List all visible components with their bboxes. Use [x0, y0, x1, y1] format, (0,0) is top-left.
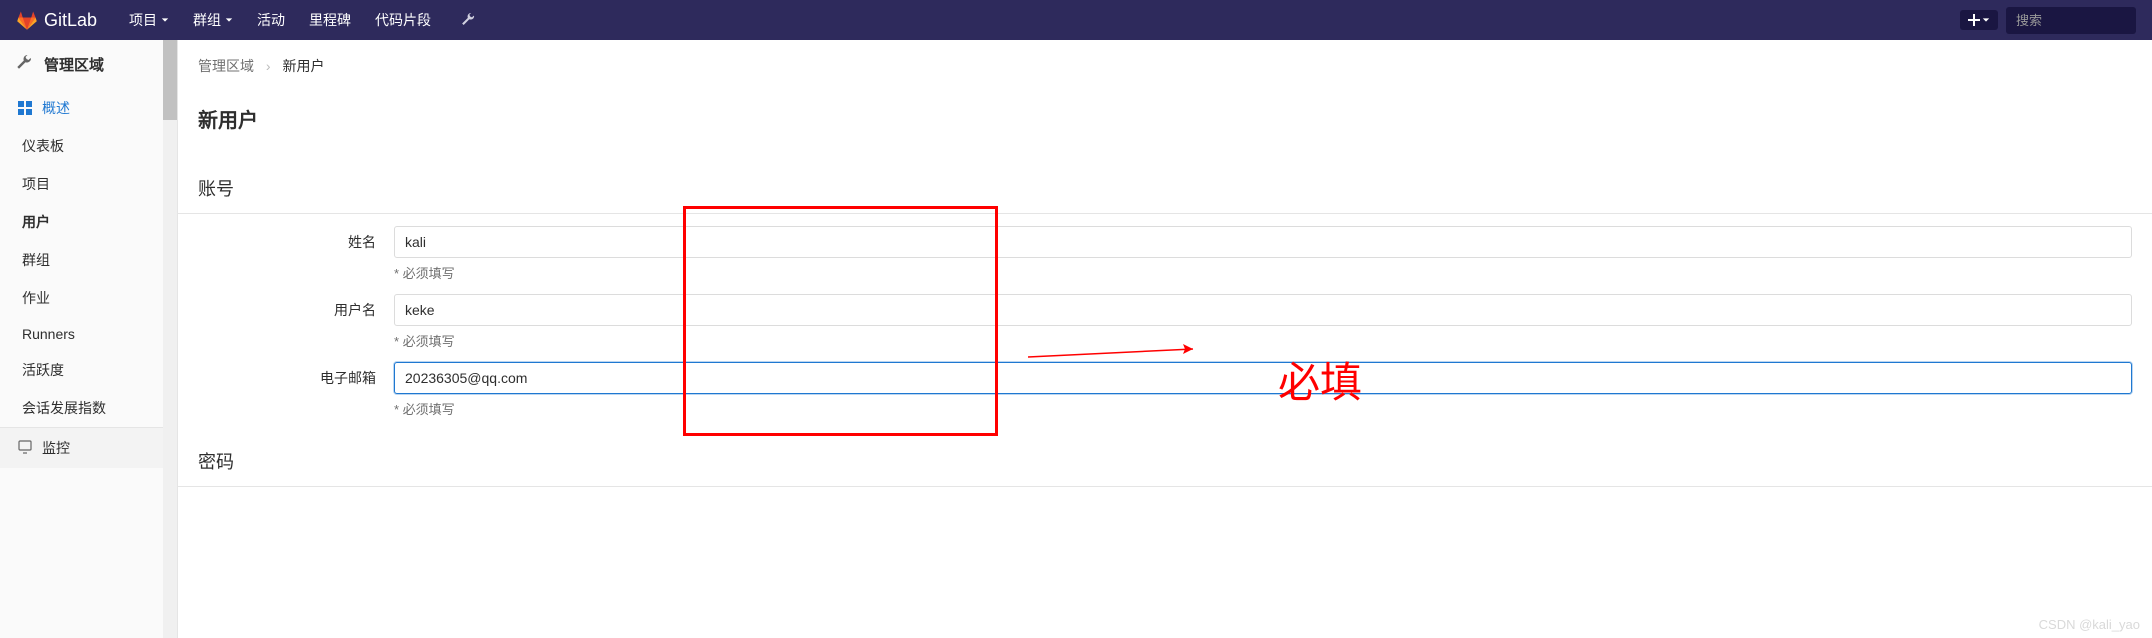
caret-down-icon	[225, 16, 233, 24]
input-email[interactable]	[394, 362, 2132, 394]
monitor-icon	[18, 440, 32, 457]
caret-down-icon	[161, 16, 169, 24]
label-username: 用户名	[198, 294, 394, 320]
caret-down-icon	[1982, 16, 1990, 24]
sidebar-item-groups[interactable]: 群组	[0, 241, 177, 279]
nav-links: 项目 群组 活动 里程碑 代码片段	[117, 0, 485, 40]
top-navbar: GitLab 项目 群组 活动 里程碑 代码片段	[0, 0, 2152, 40]
plus-icon	[1968, 14, 1980, 26]
input-username[interactable]	[394, 294, 2132, 326]
nav-projects[interactable]: 项目	[117, 0, 181, 40]
input-name[interactable]	[394, 226, 2132, 258]
gitlab-logo-icon	[16, 9, 38, 31]
sidebar-item-users[interactable]: 用户	[0, 203, 177, 241]
nav-activity[interactable]: 活动	[245, 0, 297, 40]
navbar-right	[1960, 7, 2136, 34]
hint-email-required: * 必须填写	[394, 399, 2132, 418]
main-content: 管理区域 › 新用户 新用户 账号 必填 姓名 * 必须填写	[178, 40, 2152, 638]
scrollbar-thumb[interactable]	[163, 40, 177, 120]
label-name: 姓名	[198, 226, 394, 252]
breadcrumb-current: 新用户	[282, 58, 324, 74]
sidebar: 管理区域 概述 仪表板 项目 用户 群组 作业 Runners 活跃度 会话发展…	[0, 40, 178, 638]
nav-milestones[interactable]: 里程碑	[297, 0, 363, 40]
breadcrumb: 管理区域 › 新用户	[178, 40, 2152, 84]
breadcrumb-sep: ›	[266, 58, 271, 74]
section-password: 密码	[178, 418, 2152, 487]
hint-username-required: * 必须填写	[394, 331, 2132, 350]
gitlab-logo[interactable]: GitLab	[16, 9, 97, 31]
page-title: 新用户	[178, 84, 2152, 145]
sidebar-item-activity[interactable]: 活跃度	[0, 351, 177, 389]
wrench-icon	[461, 13, 475, 27]
nav-groups[interactable]: 群组	[181, 0, 245, 40]
breadcrumb-root[interactable]: 管理区域	[198, 58, 254, 74]
sidebar-item-monitoring[interactable]: 监控	[0, 427, 177, 468]
gitlab-logo-text: GitLab	[44, 10, 97, 31]
admin-wrench-icon[interactable]	[451, 0, 485, 40]
sidebar-item-runners[interactable]: Runners	[0, 317, 177, 351]
sidebar-item-projects[interactable]: 项目	[0, 165, 177, 203]
section-account: 账号	[178, 145, 2152, 214]
sidebar-item-dashboard[interactable]: 仪表板	[0, 127, 177, 165]
sidebar-item-overview[interactable]: 概述	[0, 89, 177, 127]
sidebar-header[interactable]: 管理区域	[0, 40, 177, 89]
wrench-icon	[16, 55, 32, 75]
hint-name-required: * 必须填写	[394, 263, 2132, 282]
sidebar-scrollbar[interactable]	[163, 40, 177, 638]
overview-icon	[18, 101, 32, 115]
watermark: CSDN @kali_yao	[2039, 617, 2140, 632]
sidebar-item-jobs[interactable]: 作业	[0, 279, 177, 317]
label-email: 电子邮箱	[198, 362, 394, 388]
nav-snippets[interactable]: 代码片段	[363, 0, 443, 40]
search-input[interactable]	[2006, 7, 2136, 34]
new-dropdown-button[interactable]	[1960, 10, 1998, 30]
sidebar-item-dev-index[interactable]: 会话发展指数	[0, 389, 177, 427]
